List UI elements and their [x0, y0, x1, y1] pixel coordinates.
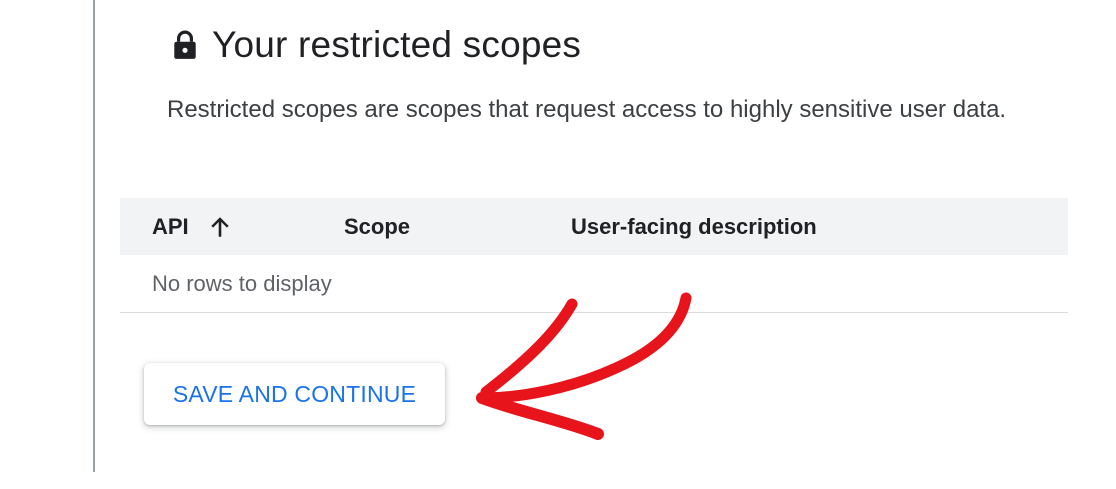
- left-divider: [93, 0, 95, 472]
- column-header-user-facing-description[interactable]: User-facing description: [571, 214, 817, 240]
- table-empty-message: No rows to display: [120, 255, 1068, 313]
- section-title: Your restricted scopes: [212, 24, 582, 65]
- table-header: API Scope User-facing description: [120, 198, 1068, 255]
- restricted-scopes-table: API Scope User-facing description No row…: [120, 198, 1068, 313]
- arrow-upward-icon[interactable]: [207, 213, 233, 241]
- column-header-label: API: [152, 213, 189, 239]
- section-heading: Your restricted scopes: [172, 20, 581, 70]
- column-header-scope[interactable]: Scope: [344, 214, 410, 240]
- oauth-consent-scopes-page: Your restricted scopes Restricted scopes…: [0, 0, 1116, 489]
- column-header-api[interactable]: API: [152, 213, 233, 241]
- column-header-label: User-facing description: [571, 213, 817, 239]
- save-and-continue-button[interactable]: SAVE AND CONTINUE: [144, 363, 445, 425]
- section-description: Restricted scopes are scopes that reques…: [167, 96, 1007, 123]
- lock-icon: [174, 30, 196, 59]
- column-header-label: Scope: [344, 213, 411, 239]
